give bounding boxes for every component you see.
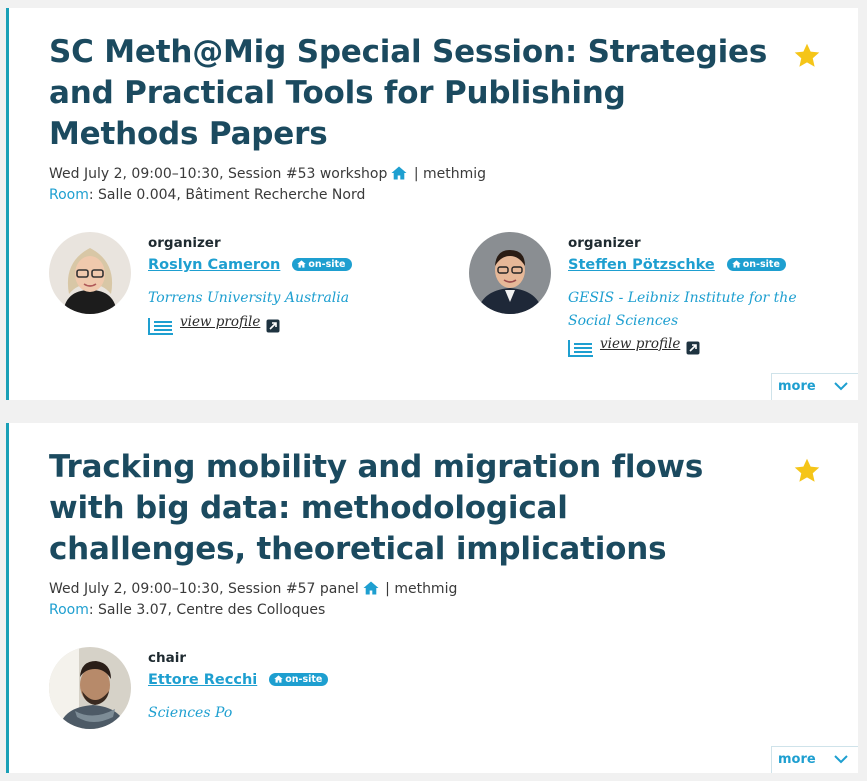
more-button[interactable]: more [771, 373, 858, 400]
favorite-star-icon[interactable] [792, 456, 822, 486]
room-value: : Salle 0.004, Bâtiment Recherche Nord [88, 187, 366, 203]
on-site-badge: on-site [269, 673, 329, 686]
avatar [49, 647, 131, 729]
avatar [469, 232, 551, 314]
list-icon [568, 339, 593, 357]
on-site-badge: on-site [292, 258, 352, 271]
more-button[interactable]: more [771, 746, 858, 773]
session-room: Room: Salle 0.004, Bâtiment Recherche No… [49, 185, 365, 206]
on-site-badge: on-site [726, 258, 786, 271]
view-profile-link[interactable]: view profile [568, 336, 700, 357]
favorite-star-icon[interactable] [792, 41, 822, 71]
session-meta: Wed July 2, 09:00–10:30, Session #53 wor… [49, 164, 486, 187]
chevron-down-icon [834, 755, 848, 764]
chevron-down-icon [834, 382, 848, 391]
session-card-53: SC Meth@Mig Special Session: Strategies … [6, 8, 858, 400]
room-label: Room [49, 602, 89, 618]
session-room: Room: Salle 3.07, Centre des Colloques [49, 600, 325, 621]
person-affiliation: Sciences Po [148, 705, 233, 721]
room-label: Room [49, 187, 89, 203]
person-name-link[interactable]: Steffen Pötzschke on-site [568, 257, 786, 273]
session-card-57: Tracking mobility and migration flows wi… [6, 423, 858, 773]
person-role: organizer [568, 235, 641, 251]
home-icon [391, 166, 407, 187]
external-link-icon [686, 341, 700, 354]
list-icon [148, 317, 173, 335]
avatar [49, 232, 131, 314]
person-name-link[interactable]: Ettore Recchi on-site [148, 672, 329, 688]
person-role: organizer [148, 235, 221, 251]
person-steffen-potzschke: organizer Steffen Pötzschke on-site GESIS… [469, 232, 849, 362]
person-roslyn-cameron: organizer Roslyn Cameron on-site Torrens … [49, 232, 429, 342]
home-icon [363, 581, 379, 602]
session-meta: Wed July 2, 09:00–10:30, Session #57 pan… [49, 579, 457, 602]
person-name-link[interactable]: Roslyn Cameron on-site [148, 257, 352, 273]
external-link-icon [266, 319, 280, 332]
view-profile-link[interactable]: view profile [148, 314, 280, 335]
person-ettore-recchi: chair Ettore Recchi on-site Sciences Po [49, 647, 429, 737]
person-role: chair [148, 650, 187, 666]
person-affiliation: Torrens University Australia [148, 290, 350, 306]
session-title[interactable]: Tracking mobility and migration flows wi… [49, 447, 769, 570]
person-affiliation: GESIS - Leibniz Institute for the Social… [568, 290, 797, 329]
room-value: : Salle 3.07, Centre des Colloques [88, 602, 326, 618]
session-title[interactable]: SC Meth@Mig Special Session: Strategies … [49, 32, 769, 155]
